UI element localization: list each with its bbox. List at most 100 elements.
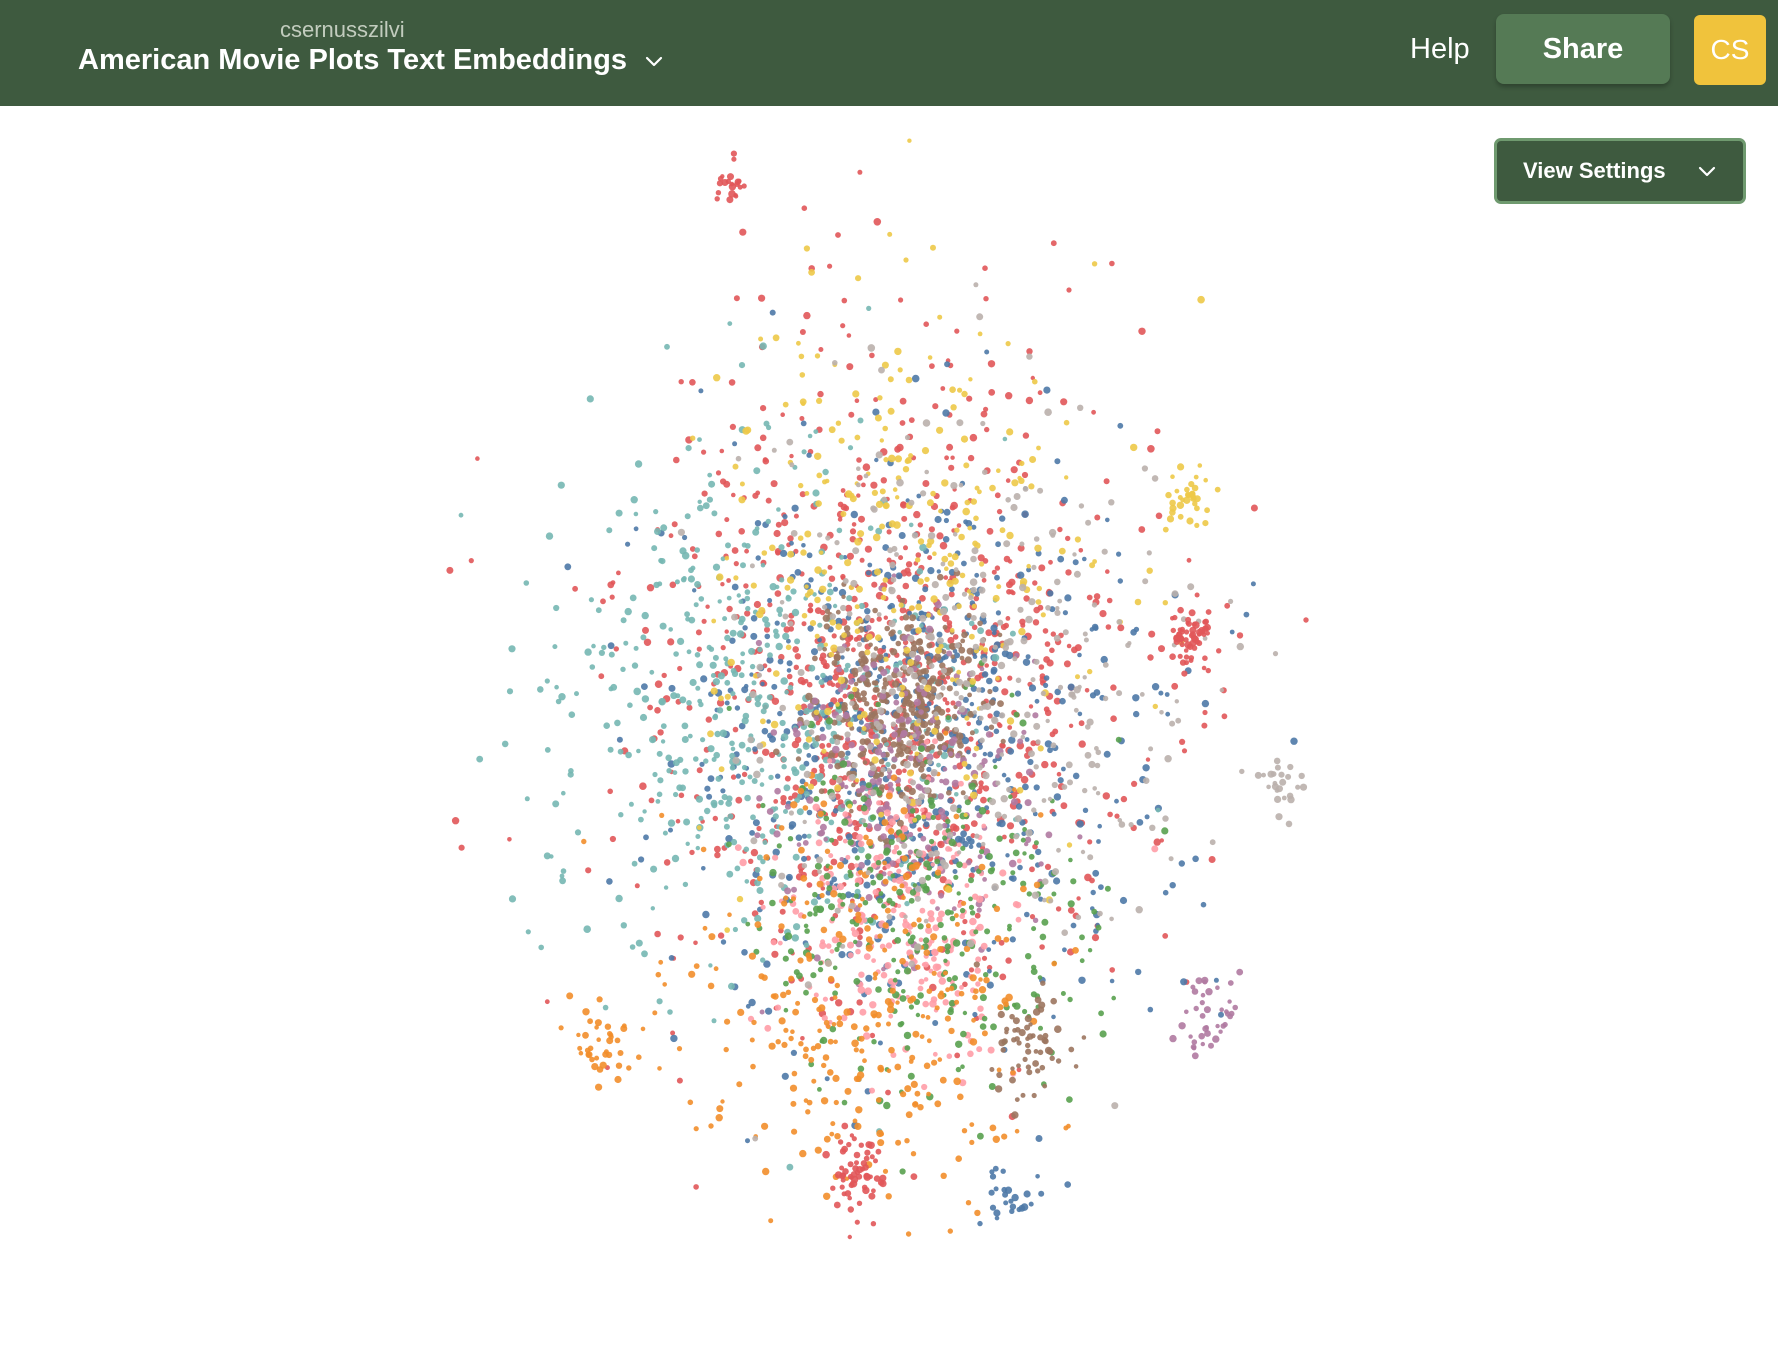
data-point[interactable]: [1077, 834, 1083, 840]
data-point[interactable]: [914, 885, 922, 893]
data-point[interactable]: [701, 866, 706, 871]
data-point[interactable]: [814, 862, 822, 870]
data-point[interactable]: [1183, 654, 1190, 660]
data-point[interactable]: [865, 624, 872, 631]
data-point[interactable]: [804, 900, 810, 906]
data-point[interactable]: [716, 707, 724, 714]
data-point[interactable]: [829, 613, 836, 620]
data-point[interactable]: [969, 578, 978, 586]
data-point[interactable]: [874, 568, 881, 576]
data-point[interactable]: [823, 1135, 831, 1143]
data-point[interactable]: [978, 705, 985, 711]
data-point[interactable]: [1188, 609, 1196, 617]
data-point[interactable]: [567, 771, 574, 778]
data-point[interactable]: [926, 701, 932, 707]
data-point[interactable]: [896, 737, 902, 742]
data-point[interactable]: [786, 875, 792, 881]
data-point[interactable]: [620, 922, 627, 929]
data-point[interactable]: [803, 311, 811, 320]
data-point[interactable]: [1048, 898, 1054, 904]
data-point[interactable]: [968, 620, 975, 627]
data-point[interactable]: [748, 952, 757, 960]
data-point[interactable]: [1298, 772, 1305, 780]
data-point[interactable]: [862, 1186, 870, 1195]
data-point[interactable]: [854, 855, 860, 861]
data-point[interactable]: [979, 637, 986, 644]
data-point[interactable]: [693, 602, 699, 608]
data-point[interactable]: [880, 767, 886, 773]
data-point[interactable]: [972, 893, 979, 900]
data-point[interactable]: [904, 434, 911, 441]
data-point[interactable]: [961, 900, 967, 906]
data-point[interactable]: [838, 437, 845, 444]
data-point[interactable]: [847, 941, 854, 949]
data-point[interactable]: [963, 680, 971, 688]
data-point[interactable]: [898, 691, 905, 698]
data-point[interactable]: [797, 676, 806, 685]
data-point[interactable]: [902, 768, 907, 773]
data-point[interactable]: [1049, 731, 1056, 738]
data-point[interactable]: [853, 978, 861, 985]
data-point[interactable]: [941, 861, 949, 870]
data-point[interactable]: [1084, 751, 1092, 759]
data-point[interactable]: [1021, 471, 1029, 479]
data-point[interactable]: [1076, 896, 1081, 901]
data-point[interactable]: [862, 463, 871, 472]
data-point[interactable]: [820, 1097, 829, 1105]
data-point[interactable]: [931, 1059, 938, 1066]
data-point[interactable]: [996, 584, 1002, 590]
data-point[interactable]: [1011, 590, 1016, 596]
data-point[interactable]: [899, 722, 906, 730]
data-point[interactable]: [765, 497, 772, 504]
data-point[interactable]: [1030, 677, 1036, 683]
data-point[interactable]: [614, 1037, 621, 1044]
data-point[interactable]: [958, 705, 966, 713]
data-point[interactable]: [908, 522, 914, 528]
data-point[interactable]: [615, 894, 623, 903]
data-point[interactable]: [1176, 631, 1182, 637]
data-point[interactable]: [920, 722, 926, 728]
data-point[interactable]: [1014, 1128, 1020, 1134]
data-point[interactable]: [1045, 718, 1050, 724]
data-point[interactable]: [825, 535, 831, 541]
data-point[interactable]: [1035, 599, 1042, 605]
data-point[interactable]: [1031, 564, 1037, 570]
data-point[interactable]: [871, 506, 878, 513]
data-point[interactable]: [1201, 632, 1207, 637]
data-point[interactable]: [960, 638, 966, 644]
data-point[interactable]: [659, 812, 665, 819]
data-point[interactable]: [744, 543, 751, 549]
data-point[interactable]: [1194, 522, 1200, 528]
data-point[interactable]: [968, 782, 976, 790]
data-point[interactable]: [980, 942, 988, 950]
data-point[interactable]: [726, 605, 733, 613]
data-point[interactable]: [888, 454, 896, 463]
data-point[interactable]: [1061, 766, 1066, 772]
data-point[interactable]: [966, 939, 975, 948]
data-point[interactable]: [818, 679, 825, 686]
data-point[interactable]: [1208, 856, 1216, 863]
data-point[interactable]: [708, 646, 715, 652]
data-point[interactable]: [1146, 550, 1152, 556]
data-point[interactable]: [972, 994, 978, 1001]
data-point[interactable]: [776, 606, 784, 614]
data-point[interactable]: [756, 825, 762, 832]
data-point[interactable]: [1016, 787, 1024, 794]
data-point[interactable]: [784, 584, 791, 591]
data-point[interactable]: [833, 586, 838, 592]
data-point[interactable]: [899, 743, 908, 752]
data-point[interactable]: [1168, 856, 1174, 862]
data-point[interactable]: [814, 566, 822, 574]
data-point[interactable]: [825, 717, 834, 725]
data-point[interactable]: [914, 1090, 921, 1097]
data-point[interactable]: [969, 917, 977, 926]
data-point[interactable]: [985, 731, 993, 738]
data-point[interactable]: [853, 1151, 861, 1159]
data-point[interactable]: [957, 387, 963, 393]
data-point[interactable]: [979, 994, 987, 1002]
data-point[interactable]: [1074, 536, 1081, 543]
data-point[interactable]: [804, 584, 809, 589]
data-point[interactable]: [582, 1008, 590, 1016]
data-point[interactable]: [1084, 688, 1090, 693]
data-point[interactable]: [752, 528, 760, 536]
